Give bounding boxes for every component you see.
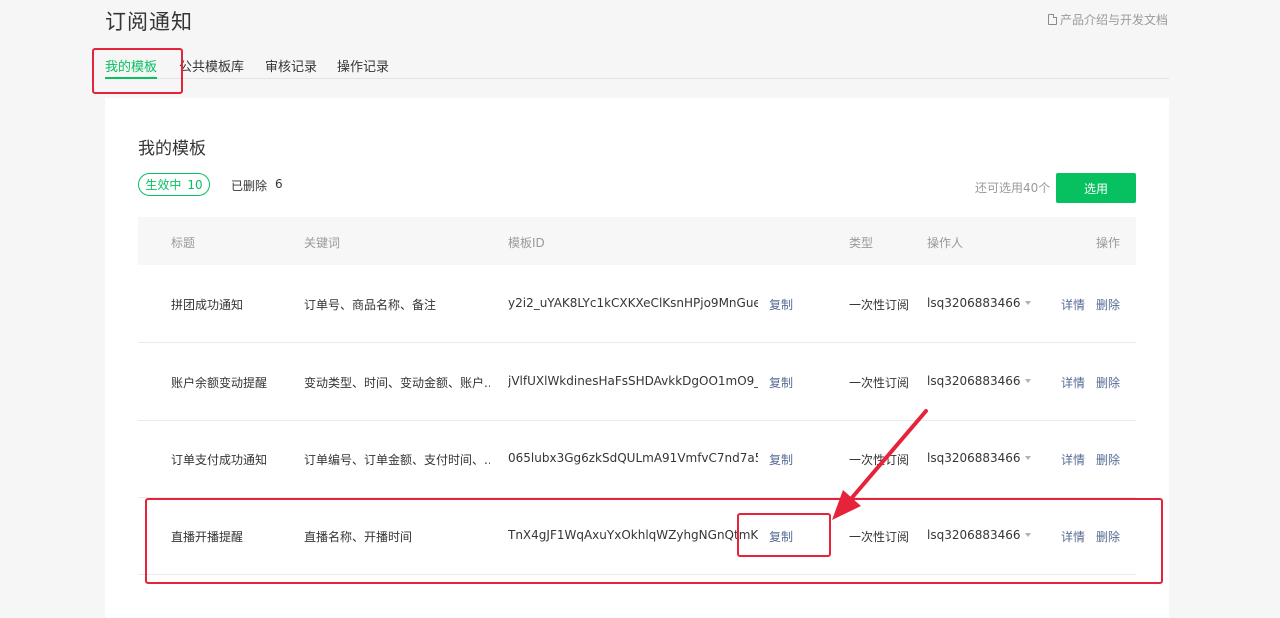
- header-title: 标题: [171, 236, 196, 250]
- row-template-id: 065lubx3Gg6zkSdQULmA91VmfvC7nd7a5t...: [508, 451, 758, 465]
- deleted-count: 6: [275, 177, 283, 191]
- table-row: 订单支付成功通知 订单编号、订单金额、支付时间、... 065lubx3Gg6z…: [138, 420, 1136, 498]
- active-label: 生效中: [145, 178, 182, 192]
- row-keywords: 变动类型、时间、变动金额、账户...: [304, 376, 490, 390]
- active-filter-tab[interactable]: 生效中 10: [138, 173, 210, 196]
- caret-down-icon[interactable]: [1024, 301, 1031, 305]
- row-type: 一次性订阅: [849, 376, 910, 390]
- caret-down-icon[interactable]: [1024, 456, 1031, 460]
- table-row: 账户余额变动提醒 变动类型、时间、变动金额、账户... jVlfUXlWkdin…: [138, 343, 1136, 421]
- templates-card: 我的模板 生效中 10 已删除 6 还可选用40个 选用 标题 关键词 模板ID…: [105, 98, 1169, 618]
- select-template-button[interactable]: 选用: [1056, 173, 1136, 203]
- tab-bar: 我的模板 公共模板库 审核记录 操作记录: [105, 50, 1169, 79]
- row-keywords: 订单编号、订单金额、支付时间、...: [304, 453, 490, 467]
- delete-link[interactable]: 删除: [1096, 528, 1120, 545]
- detail-link[interactable]: 详情: [1061, 528, 1085, 545]
- tab-my-templates[interactable]: 我的模板: [105, 56, 158, 79]
- detail-link[interactable]: 详情: [1061, 296, 1085, 313]
- delete-link[interactable]: 删除: [1096, 374, 1120, 391]
- copy-link[interactable]: 复制: [769, 451, 793, 468]
- operator-name: lsq3206883466: [927, 451, 1021, 465]
- header-type: 类型: [849, 236, 874, 250]
- tab-operation-records[interactable]: 操作记录: [337, 56, 389, 75]
- document-icon: [1047, 14, 1057, 25]
- deleted-label: 已删除: [231, 179, 268, 193]
- copy-link[interactable]: 复制: [769, 528, 793, 545]
- operator-name: lsq3206883466: [927, 374, 1021, 388]
- row-operator: lsq3206883466: [927, 451, 1031, 465]
- detail-link[interactable]: 详情: [1061, 451, 1085, 468]
- doc-link[interactable]: 产品介绍与开发文档: [1047, 11, 1168, 28]
- tab-public-library[interactable]: 公共模板库: [179, 56, 244, 75]
- copy-link[interactable]: 复制: [769, 374, 793, 391]
- card-title: 我的模板: [138, 139, 206, 159]
- deleted-filter-tab[interactable]: 已删除 6: [231, 177, 283, 194]
- operator-name: lsq3206883466: [927, 296, 1021, 310]
- row-operator: lsq3206883466: [927, 528, 1031, 542]
- operator-name: lsq3206883466: [927, 528, 1021, 542]
- table-row: 直播开播提醒 直播名称、开播时间 TnX4gJF1WqAxuYxOkhlqWZy…: [138, 497, 1136, 575]
- delete-link[interactable]: 删除: [1096, 296, 1120, 313]
- row-type: 一次性订阅: [849, 298, 910, 312]
- remaining-quota: 还可选用40个: [975, 181, 1051, 195]
- tab-review-records[interactable]: 审核记录: [265, 56, 317, 75]
- row-operator: lsq3206883466: [927, 296, 1031, 310]
- caret-down-icon[interactable]: [1024, 533, 1031, 537]
- detail-link[interactable]: 详情: [1061, 374, 1085, 391]
- row-title: 订单支付成功通知: [171, 453, 268, 467]
- header-template-id: 模板ID: [508, 236, 545, 250]
- delete-link[interactable]: 删除: [1096, 451, 1120, 468]
- row-keywords: 订单号、商品名称、备注: [304, 298, 437, 312]
- row-type: 一次性订阅: [849, 530, 910, 544]
- doc-link-label: 产品介绍与开发文档: [1059, 13, 1168, 27]
- table-header: 标题 关键词 模板ID 类型 操作人 操作: [138, 217, 1136, 265]
- header-operator: 操作人: [927, 236, 964, 250]
- row-template-id: jVlfUXlWkdinesHaFsSHDAvkkDgOO1mO9_7...: [508, 374, 758, 388]
- row-title: 账户余额变动提醒: [171, 376, 268, 390]
- copy-link[interactable]: 复制: [769, 296, 793, 313]
- table-row: 拼团成功通知 订单号、商品名称、备注 y2i2_uYAK8LYc1kCXKXeC…: [138, 265, 1136, 343]
- row-template-id: y2i2_uYAK8LYc1kCXKXeClKsnHPjo9MnGuep...: [508, 296, 758, 310]
- row-type: 一次性订阅: [849, 453, 910, 467]
- row-keywords: 直播名称、开播时间: [304, 530, 413, 544]
- row-title: 直播开播提醒: [171, 530, 244, 544]
- page-title: 订阅通知: [105, 10, 193, 34]
- active-count: 10: [187, 177, 203, 192]
- row-title: 拼团成功通知: [171, 298, 244, 312]
- row-operator: lsq3206883466: [927, 374, 1031, 388]
- header-keywords: 关键词: [304, 236, 341, 250]
- header-actions: 操作: [1096, 236, 1121, 250]
- row-template-id: TnX4gJF1WqAxuYxOkhlqWZyhgNGnQtmKf...: [508, 528, 758, 542]
- caret-down-icon[interactable]: [1024, 379, 1031, 383]
